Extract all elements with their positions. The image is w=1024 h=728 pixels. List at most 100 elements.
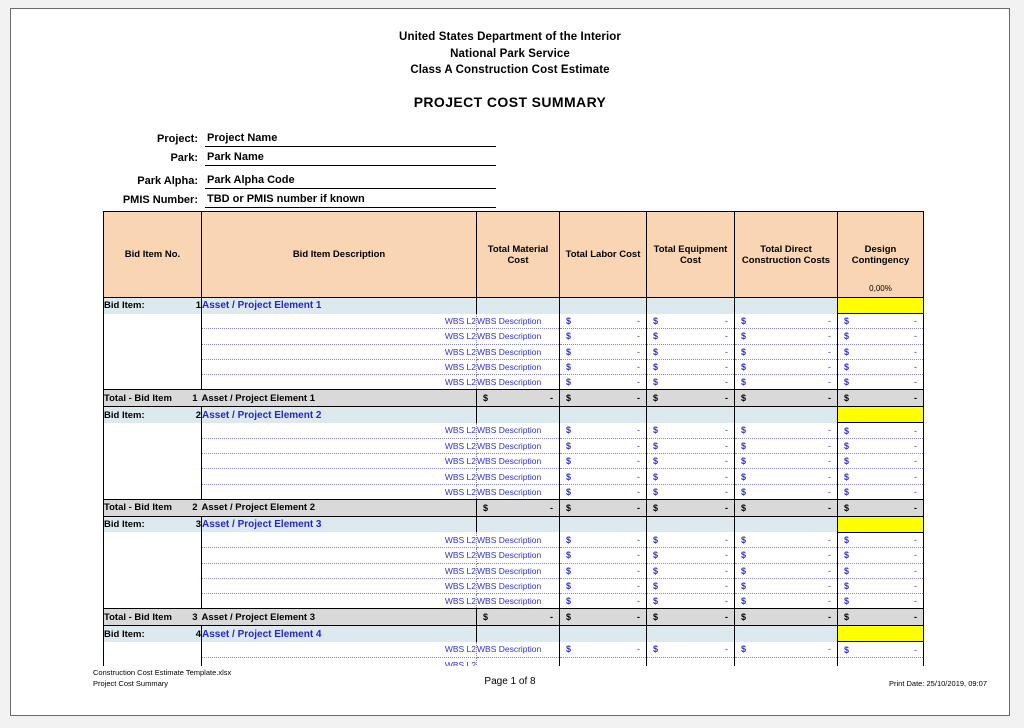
bid-item-contingency-input[interactable]	[838, 516, 924, 532]
cost-cell[interactable]: $-	[647, 454, 735, 469]
wbs-code-cell[interactable]: WBS L2	[202, 438, 477, 453]
wbs-code-cell[interactable]: WBS L2	[202, 548, 477, 563]
cost-cell[interactable]: $-	[838, 642, 924, 657]
cost-cell[interactable]: $-	[560, 390, 647, 407]
bid-item-contingency-input[interactable]	[838, 407, 924, 423]
cost-cell[interactable]: $-	[647, 563, 735, 578]
wbs-description-cell[interactable]: WBS Description	[477, 548, 560, 563]
wbs-description-cell[interactable]: WBS Description	[477, 359, 560, 374]
cost-cell[interactable]: $-	[838, 314, 924, 329]
wbs-description-cell[interactable]: WBS Description	[477, 484, 560, 499]
cost-cell[interactable]: $-	[647, 548, 735, 563]
cost-cell[interactable]: $-	[838, 594, 924, 609]
cost-cell[interactable]: $-	[560, 438, 647, 453]
cost-cell[interactable]: $-	[560, 594, 647, 609]
wbs-code-cell[interactable]: WBS L2	[202, 532, 477, 547]
cost-cell[interactable]: $-	[647, 484, 735, 499]
cost-cell[interactable]: $-	[647, 469, 735, 484]
cost-cell[interactable]: $-	[477, 499, 560, 516]
cost-cell[interactable]: $-	[477, 609, 560, 626]
cost-cell[interactable]: $-	[560, 563, 647, 578]
wbs-description-cell[interactable]: WBS Description	[477, 469, 560, 484]
wbs-code-cell[interactable]: WBS L2	[202, 454, 477, 469]
cost-cell[interactable]: $-	[735, 454, 838, 469]
wbs-code-cell[interactable]: WBS L2	[202, 642, 477, 657]
park-value[interactable]: Park Name	[205, 151, 496, 166]
cost-cell[interactable]: $-	[735, 329, 838, 344]
cost-cell[interactable]: $-	[647, 438, 735, 453]
cost-cell[interactable]: $-	[838, 359, 924, 374]
wbs-code-cell[interactable]: WBS L2	[202, 563, 477, 578]
cost-cell[interactable]: $-	[647, 359, 735, 374]
cost-cell[interactable]: $-	[647, 344, 735, 359]
cost-cell[interactable]: $-	[647, 314, 735, 329]
cost-cell[interactable]: $-	[838, 390, 924, 407]
bid-item-description-cell[interactable]: Asset / Project Element 3	[202, 516, 477, 532]
pmis-value[interactable]: TBD or PMIS number if known	[205, 193, 496, 208]
cost-cell[interactable]: $-	[735, 499, 838, 516]
cost-cell[interactable]: $-	[647, 329, 735, 344]
wbs-code-cell[interactable]: WBS L2	[202, 359, 477, 374]
cost-cell[interactable]: $-	[735, 469, 838, 484]
cost-cell[interactable]: $-	[647, 642, 735, 657]
wbs-description-cell[interactable]: WBS Description	[477, 438, 560, 453]
cost-cell[interactable]: $-	[560, 609, 647, 626]
bid-item-contingency-input[interactable]	[838, 298, 924, 314]
wbs-description-cell[interactable]: WBS Description	[477, 578, 560, 593]
cost-cell[interactable]: $-	[838, 563, 924, 578]
cost-cell[interactable]: $-	[560, 469, 647, 484]
wbs-code-cell[interactable]: WBS L2	[202, 657, 477, 666]
wbs-description-cell[interactable]: WBS Description	[477, 423, 560, 438]
cost-cell[interactable]: $-	[477, 390, 560, 407]
cost-cell[interactable]: $-	[735, 344, 838, 359]
cost-cell[interactable]: $-	[735, 484, 838, 499]
cost-cell[interactable]: $-	[735, 438, 838, 453]
cost-cell[interactable]: $-	[838, 375, 924, 390]
cost-cell[interactable]: $-	[560, 532, 647, 547]
cost-cell[interactable]: $-	[735, 609, 838, 626]
cost-cell[interactable]: $-	[647, 499, 735, 516]
cost-cell[interactable]: $-	[560, 329, 647, 344]
cost-cell[interactable]: $-	[647, 594, 735, 609]
cost-cell[interactable]: $-	[838, 484, 924, 499]
cost-cell[interactable]: $-	[838, 609, 924, 626]
cost-cell[interactable]: $-	[735, 548, 838, 563]
cost-cell[interactable]: $-	[735, 642, 838, 657]
wbs-code-cell[interactable]: WBS L2	[202, 423, 477, 438]
bid-item-description-cell[interactable]: Asset / Project Element 4	[202, 626, 477, 642]
wbs-code-cell[interactable]: WBS L2	[202, 594, 477, 609]
cost-cell[interactable]: $-	[560, 344, 647, 359]
cost-cell[interactable]: $-	[838, 344, 924, 359]
wbs-description-cell[interactable]: WBS Description	[477, 344, 560, 359]
cost-cell[interactable]: $-	[735, 359, 838, 374]
cost-cell[interactable]: $-	[560, 375, 647, 390]
cost-cell[interactable]: $-	[647, 390, 735, 407]
cost-cell[interactable]: $-	[647, 578, 735, 593]
cost-cell[interactable]: $-	[838, 548, 924, 563]
wbs-description-cell[interactable]: WBS Description	[477, 594, 560, 609]
cost-cell[interactable]: $-	[560, 423, 647, 438]
bid-item-description-cell[interactable]: Asset / Project Element 2	[202, 407, 477, 423]
cost-cell[interactable]: $-	[560, 484, 647, 499]
bid-item-contingency-input[interactable]	[838, 626, 924, 642]
cost-cell[interactable]: $-	[838, 438, 924, 453]
wbs-description-cell[interactable]: WBS Description	[477, 375, 560, 390]
cost-cell[interactable]: $-	[735, 563, 838, 578]
wbs-description-cell[interactable]: WBS Description	[477, 329, 560, 344]
cost-cell[interactable]: $-	[560, 642, 647, 657]
wbs-code-cell[interactable]: WBS L2	[202, 344, 477, 359]
cost-cell[interactable]: $-	[735, 390, 838, 407]
cost-cell[interactable]: $-	[838, 423, 924, 438]
wbs-description-cell[interactable]: WBS Description	[477, 532, 560, 547]
cost-cell[interactable]: $-	[560, 578, 647, 593]
wbs-code-cell[interactable]: WBS L2	[202, 469, 477, 484]
wbs-description-cell[interactable]: WBS Description	[477, 642, 560, 657]
cost-cell[interactable]: $-	[560, 499, 647, 516]
cost-cell[interactable]: $-	[838, 578, 924, 593]
wbs-code-cell[interactable]: WBS L2	[202, 375, 477, 390]
cost-cell[interactable]: $-	[647, 423, 735, 438]
project-value[interactable]: Project Name	[205, 132, 496, 147]
cost-cell[interactable]: $-	[735, 594, 838, 609]
cost-cell[interactable]: $-	[647, 375, 735, 390]
wbs-code-cell[interactable]: WBS L2	[202, 329, 477, 344]
